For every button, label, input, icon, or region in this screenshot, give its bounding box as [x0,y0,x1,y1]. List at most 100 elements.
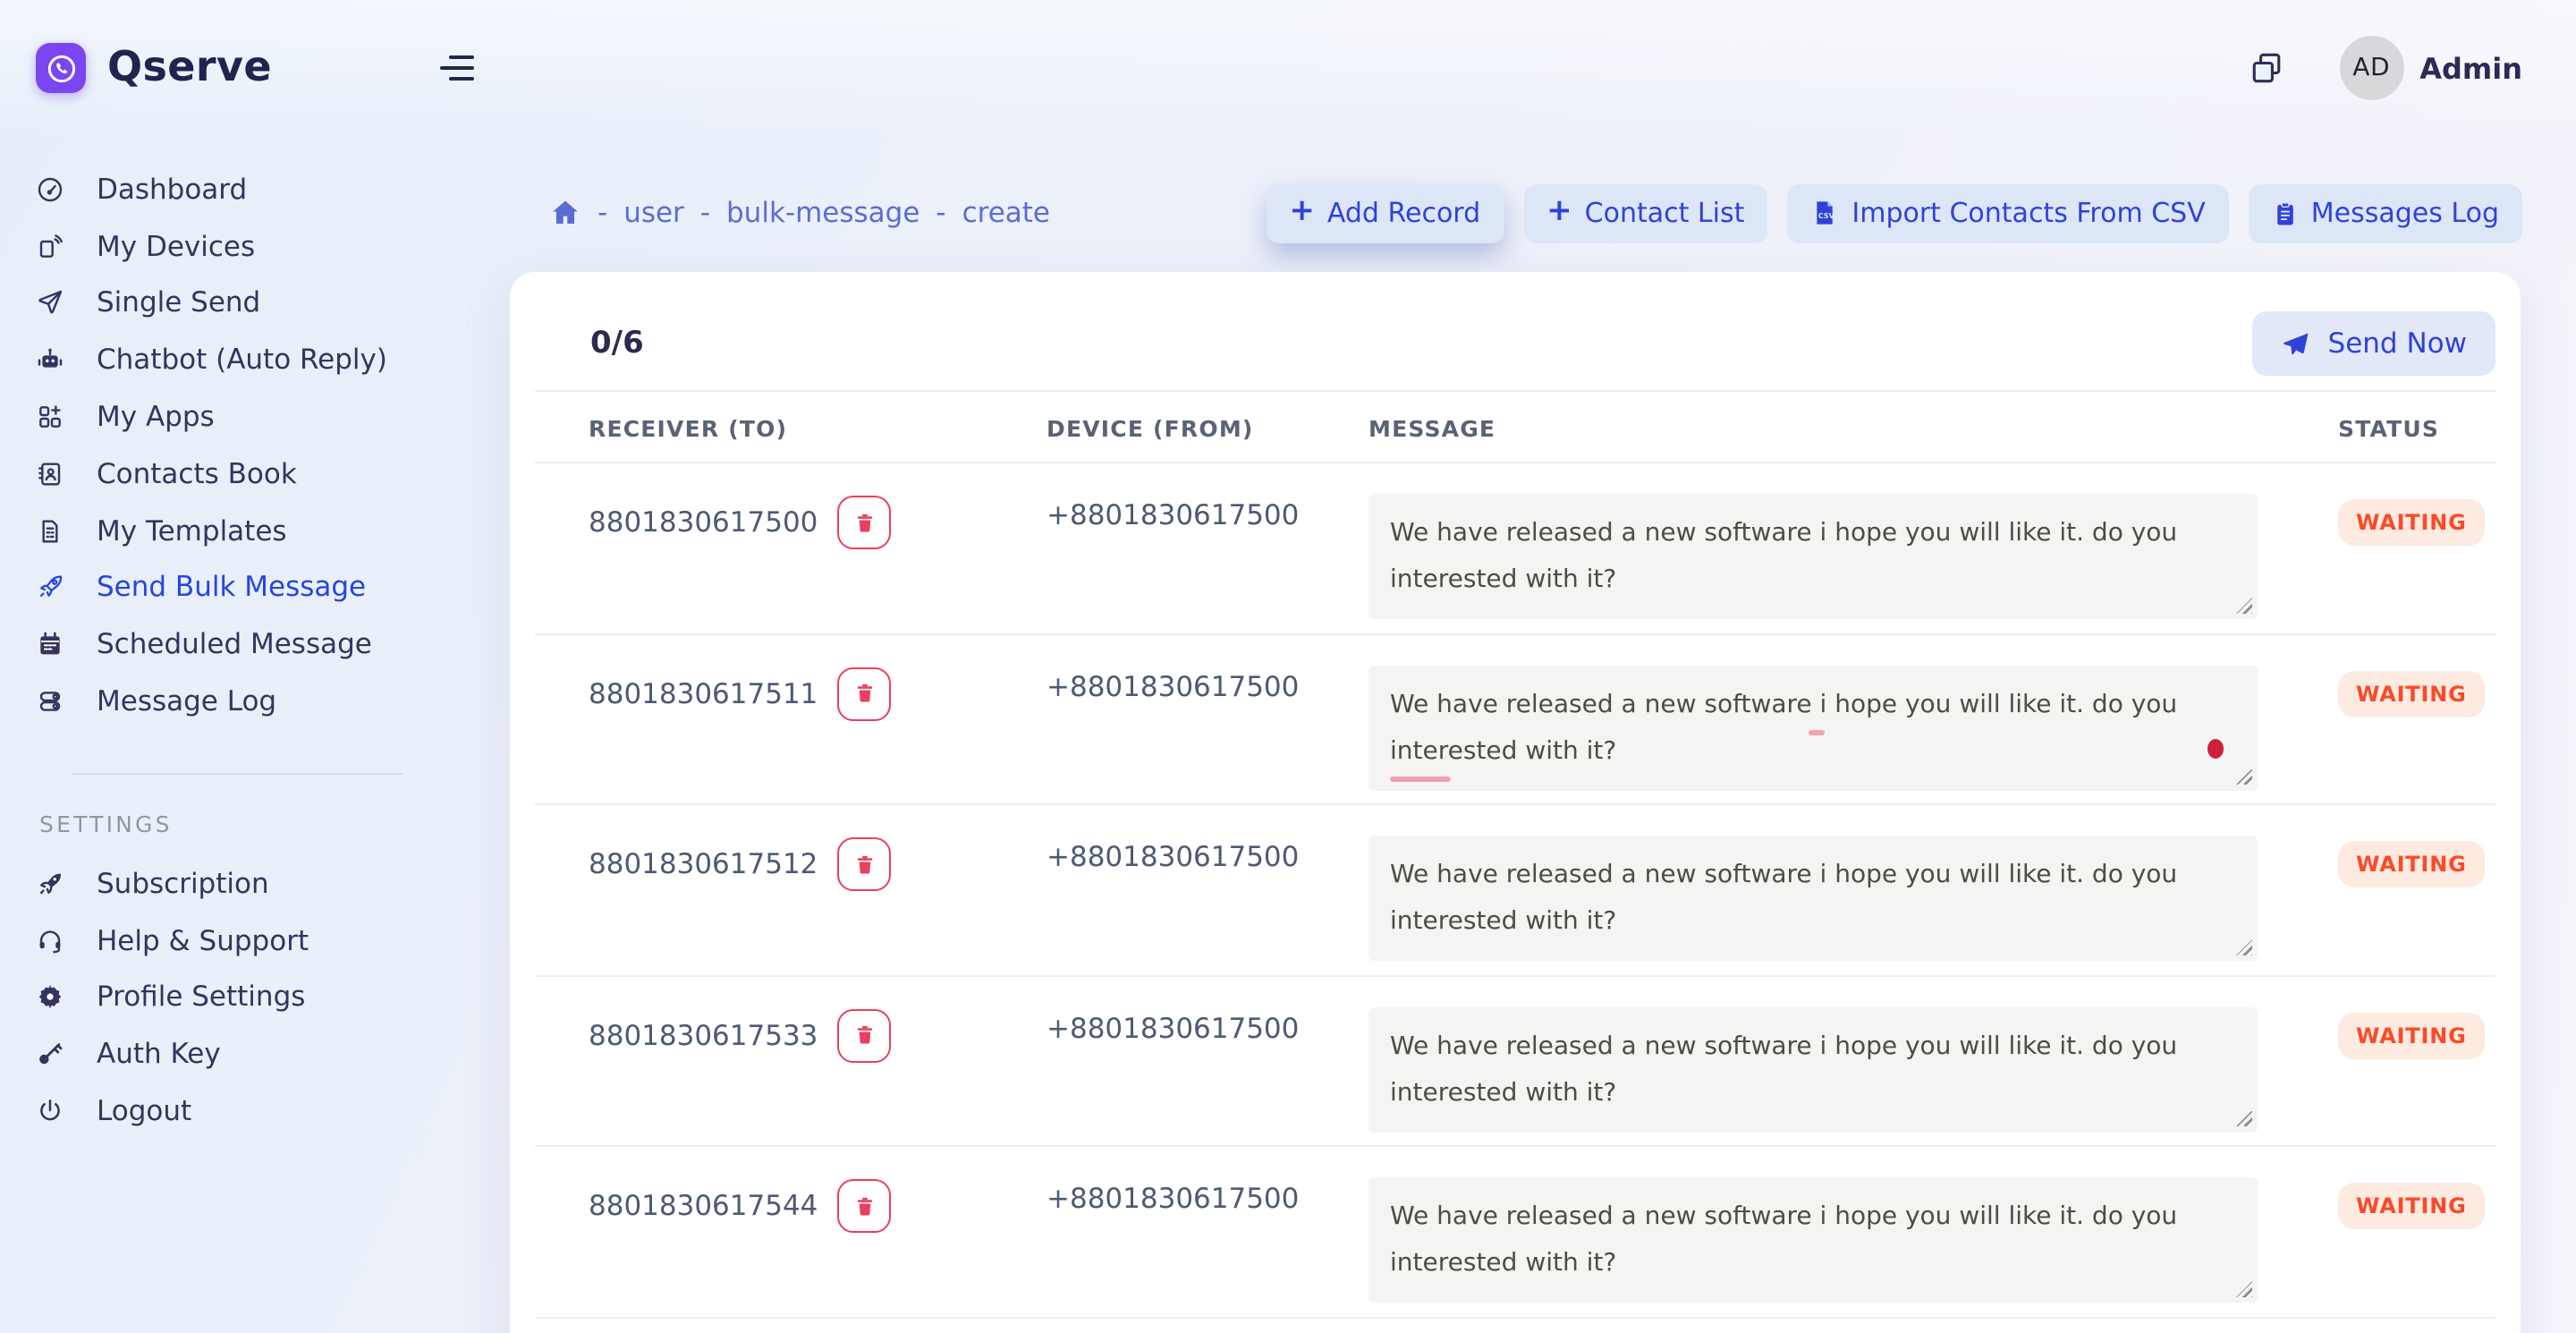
message-textarea[interactable]: We have released a new software i hope y… [1368,836,2258,961]
brand[interactable]: Qserve [36,43,272,93]
breadcrumb-bulk-message[interactable]: bulk-message [726,197,919,229]
settings-section-label: SETTINGS [39,811,510,837]
headset-icon [36,926,64,955]
power-icon [36,1097,64,1125]
contact-list-label: Contact List [1585,197,1745,229]
spellcheck-underline [1809,729,1825,735]
sidebar-item-dashboard[interactable]: Dashboard [36,161,510,218]
sidebar-item-label: Send Bulk Message [97,572,366,604]
sidebar-item-label: My Devices [97,230,255,262]
paper-plane-icon [36,289,64,318]
breadcrumb-create[interactable]: create [962,197,1050,229]
sidebar-item-message-log[interactable]: Message Log [36,673,510,730]
sidebar-item-my-devices[interactable]: My Devices [36,218,510,276]
app-title: Qserve [107,45,272,91]
sidebar-item-label: Help & Support [97,924,309,956]
sidebar-toggle-icon[interactable] [433,47,481,89]
import-contacts-csv-button[interactable]: CSV Import Contacts From CSV [1787,183,2228,242]
topbar-right: AD Admin [2246,36,2522,100]
sidebar-item-label: Logout [97,1095,191,1127]
status-badge: WAITING [2338,499,2485,546]
sidebar-nav: Dashboard My Devices Single Send Chatbot… [36,161,510,730]
sidebar-item-logout[interactable]: Logout [36,1083,510,1140]
message-textarea[interactable]: We have released a new software i hope y… [1368,1177,2258,1303]
device-number: +8801830617500 [1046,1183,1368,1215]
home-icon[interactable] [549,197,581,229]
sidebar-item-auth-key[interactable]: Auth Key [36,1026,510,1083]
svg-text:CSV: CSV [1818,212,1835,220]
grammar-checker-dot[interactable] [2207,738,2224,758]
table-row: 8801830617533 +8801830617500 We have rel… [535,976,2496,1147]
trash-icon [852,682,876,705]
messages-log-label: Messages Log [2311,197,2499,229]
user-name: Admin [2419,51,2522,85]
table-row: 8801830617500 +8801830617500 We have rel… [535,463,2496,634]
breadcrumb-separator: - [597,197,607,229]
delete-row-button[interactable] [837,837,891,891]
messages-log-button[interactable]: Messages Log [2249,183,2522,242]
whatsapp-logo-icon [36,43,86,93]
avatar[interactable]: AD [2339,36,2403,100]
receiver-number: 8801830617512 [589,848,818,880]
sidebar-item-label: Auth Key [97,1039,221,1071]
trash-icon [852,511,876,534]
send-now-button[interactable]: Send Now [2253,311,2496,376]
sidebar-item-scheduled-message[interactable]: Scheduled Message [36,616,510,674]
send-plane-icon [2282,328,2312,359]
sidebar-item-help-support[interactable]: Help & Support [36,913,510,970]
sidebar-divider [72,773,402,775]
col-header-status: STATUS [2338,415,2439,442]
status-badge: WAITING [2338,841,2485,887]
import-contacts-csv-label: Import Contacts From CSV [1852,197,2205,229]
sidebar-item-label: Subscription [97,868,269,900]
sidebar-item-label: Dashboard [97,174,247,206]
toggles-icon [36,687,64,716]
sidebar-item-profile-settings[interactable]: Profile Settings [36,969,510,1026]
windows-copy-icon[interactable] [2246,48,2285,88]
sidebar-item-contacts-book[interactable]: Contacts Book [36,446,510,503]
delete-row-button[interactable] [837,666,891,720]
sidebar-item-chatbot[interactable]: Chatbot (Auto Reply) [36,332,510,389]
delete-row-button[interactable] [837,496,891,549]
breadcrumb-separator: - [936,197,945,229]
sidebar-item-label: Single Send [97,287,260,319]
message-textarea[interactable]: We have released a new software i hope y… [1368,1006,2258,1132]
breadcrumb: - user - bulk-message - create [549,197,1050,229]
sidebar: Dashboard My Devices Single Send Chatbot… [0,136,510,1333]
gear-icon [36,983,64,1012]
contact-list-button[interactable]: + Contact List [1523,183,1767,242]
main-content: - user - bulk-message - create + Add Rec… [510,136,2576,1333]
sidebar-item-my-templates[interactable]: My Templates [36,503,510,560]
send-now-label: Send Now [2328,327,2467,360]
sidebar-item-subscription[interactable]: Subscription [36,855,510,913]
message-textarea[interactable]: We have released a new software i hope y… [1368,665,2258,790]
csv-file-icon: CSV [1810,199,1839,227]
smartphone-signal-icon [36,232,64,260]
plus-icon: + [1289,197,1315,227]
template-file-icon [36,516,64,545]
delete-row-button[interactable] [837,1008,891,1062]
trash-icon [852,1023,876,1047]
breadcrumb-separator: - [700,197,710,229]
sidebar-settings-nav: Subscription Help & Support Profile Sett… [36,855,510,1140]
plus-icon: + [1546,197,1572,227]
add-record-button[interactable]: + Add Record [1266,183,1504,242]
delete-row-button[interactable] [837,1179,891,1233]
status-badge: WAITING [2338,1183,2485,1229]
sidebar-item-label: Contacts Book [97,458,297,490]
sidebar-item-send-bulk-message[interactable]: Send Bulk Message [36,559,510,616]
progress-counter: 0/6 [590,326,644,361]
trash-icon [852,853,876,876]
device-number: +8801830617500 [1046,670,1368,702]
col-header-message: MESSAGE [1368,415,2258,442]
sidebar-item-label: My Apps [97,401,215,433]
receiver-number: 8801830617544 [589,1190,818,1222]
breadcrumb-user[interactable]: user [623,197,684,229]
sidebar-item-single-send[interactable]: Single Send [36,275,510,332]
address-book-icon [36,460,64,488]
sidebar-item-my-apps[interactable]: My Apps [36,388,510,446]
sidebar-item-label: Message Log [97,685,276,717]
message-textarea[interactable]: We have released a new software i hope y… [1368,494,2258,619]
status-badge: WAITING [2338,670,2485,717]
table-row: 8801830617544 +8801830617500 We have rel… [535,1147,2496,1318]
